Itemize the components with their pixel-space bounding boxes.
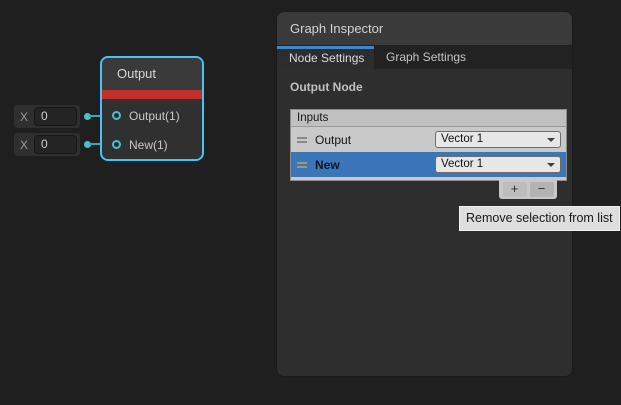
dropdown-arrow-icon (547, 163, 555, 167)
tab-bar: Node Settings Graph Settings (277, 46, 572, 69)
remove-button[interactable]: − (530, 182, 554, 197)
list-row-new[interactable]: New Vector 1 (291, 152, 566, 177)
graph-inspector-panel: Graph Inspector Node Settings Graph Sett… (276, 11, 573, 377)
list-footer: + − (499, 180, 557, 199)
dropdown-value: Vector 1 (441, 133, 483, 145)
port-row: New(1) (102, 130, 202, 159)
output-node[interactable]: Output Output(1) New(1) (100, 56, 204, 161)
row-label: New (315, 158, 340, 172)
input-port-icon[interactable] (112, 111, 121, 120)
tooltip: Remove selection from list (459, 206, 620, 231)
port-label: Output(1) (129, 109, 180, 123)
tab-node-settings[interactable]: Node Settings (277, 46, 374, 69)
value-field[interactable]: 0 (34, 107, 77, 126)
row-label: Output (315, 133, 351, 147)
port-label: New(1) (129, 138, 168, 152)
node-title[interactable]: Output (102, 58, 202, 89)
input-port-icon[interactable] (112, 140, 121, 149)
add-button[interactable]: + (503, 182, 527, 197)
port-row: Output(1) (102, 101, 202, 130)
section-title: Output Node (290, 80, 363, 94)
panel-title: Graph Inspector (290, 21, 383, 36)
inline-port-input-1[interactable]: X 0 (14, 105, 80, 128)
dropdown-arrow-icon (547, 138, 555, 142)
list-row-output[interactable]: Output Vector 1 (291, 127, 566, 152)
type-dropdown[interactable]: Vector 1 (435, 131, 561, 148)
inputs-reorderable-list: Inputs Output Vector 1 New Vector 1 (290, 109, 567, 181)
node-color-divider (102, 89, 202, 99)
drag-handle-icon[interactable] (297, 162, 307, 168)
list-header: Inputs (291, 110, 566, 127)
drag-handle-icon[interactable] (297, 137, 307, 143)
inline-port-input-2[interactable]: X 0 (14, 133, 80, 156)
dropdown-value: Vector 1 (441, 158, 483, 170)
axis-x-label: X (14, 138, 34, 152)
axis-x-label: X (14, 110, 34, 124)
type-dropdown[interactable]: Vector 1 (435, 156, 561, 173)
value-field[interactable]: 0 (34, 135, 77, 154)
panel-header[interactable]: Graph Inspector (277, 12, 572, 46)
tab-graph-settings[interactable]: Graph Settings (374, 46, 478, 69)
node-port-list: Output(1) New(1) (102, 99, 202, 159)
